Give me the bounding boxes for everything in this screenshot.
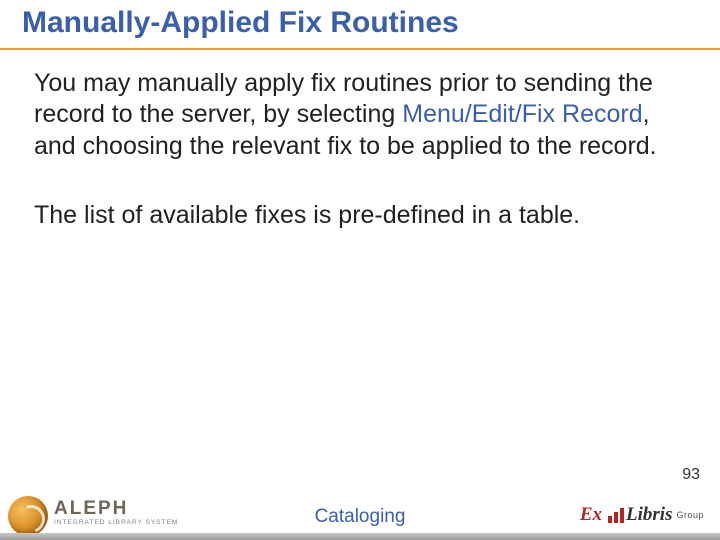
footer: ALEPH INTEGRATED LIBRARY SYSTEM Catalogi… <box>0 494 720 540</box>
exlibris-group: Group <box>676 510 704 520</box>
title-underline <box>0 48 720 50</box>
exlibris-libris: Libris <box>626 504 672 526</box>
slide: Manually-Applied Fix Routines You may ma… <box>0 0 720 540</box>
page-number: 93 <box>682 466 700 484</box>
paragraph-2: The list of available fixes is pre-defin… <box>34 200 674 231</box>
paragraph-1: You may manually apply fix routines prio… <box>34 68 674 162</box>
exlibris-bars-icon <box>608 508 624 523</box>
exlibris-ex: Ex <box>580 504 602 526</box>
footer-bar <box>0 533 720 540</box>
body-text: You may manually apply fix routines prio… <box>34 68 674 269</box>
exlibris-logo: Ex Libris Group <box>554 498 704 532</box>
slide-title: Manually-Applied Fix Routines <box>22 6 459 40</box>
menu-path: Menu/Edit/Fix Record <box>402 100 642 128</box>
